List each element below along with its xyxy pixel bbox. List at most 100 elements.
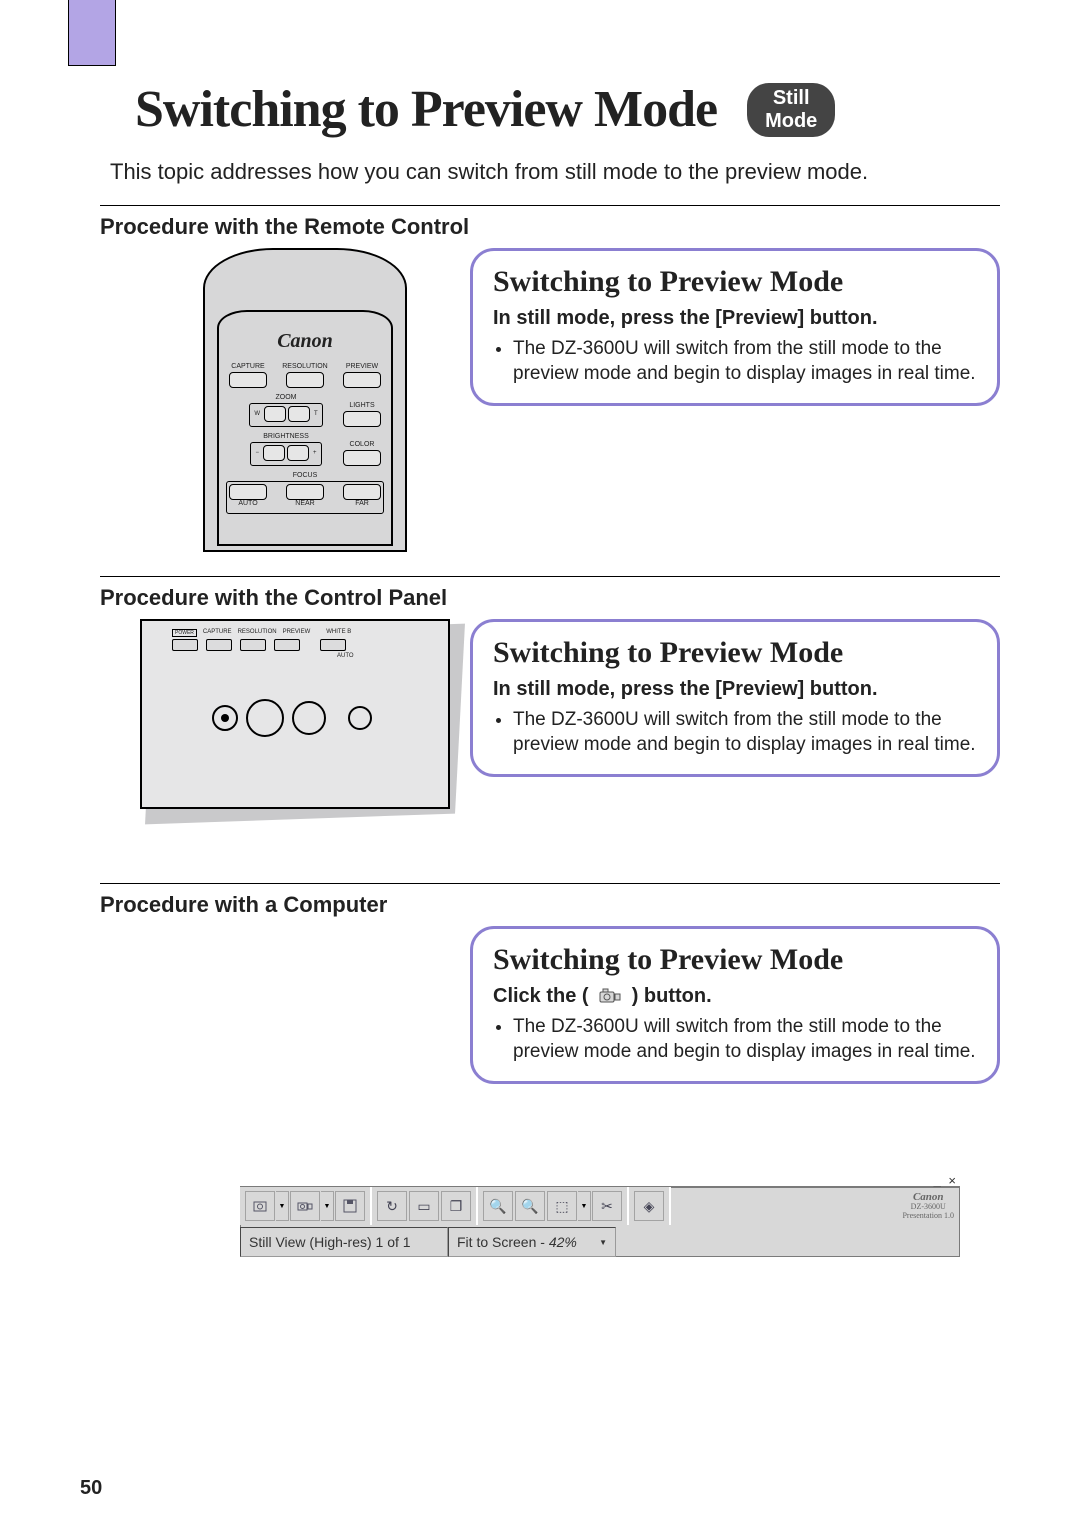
doc-icon[interactable]: ▭	[409, 1191, 439, 1221]
software-toolbar: _ × ▼ ▼ ↻ ▭ ❐ 🔍 🔍 ⬚	[240, 1186, 960, 1257]
label-zoom: ZOOM	[229, 394, 343, 401]
divider	[100, 883, 1000, 884]
zoom-label: Fit to Screen -	[457, 1234, 545, 1250]
brightness-down-button[interactable]	[263, 445, 285, 461]
callout-bullet: The DZ-3600U will switch from the still …	[513, 707, 977, 758]
capture-button-panel[interactable]	[206, 639, 232, 651]
label-w: W	[254, 411, 260, 417]
label-near: NEAR	[295, 500, 314, 507]
software-brand: Canon DZ-3600U Presentation 1.0	[902, 1191, 954, 1221]
callout-computer: Switching to Preview Mode Click the ( ) …	[470, 926, 1000, 1084]
save-icon[interactable]	[335, 1191, 365, 1221]
callout-remote: Switching to Preview Mode In still mode,…	[470, 248, 1000, 406]
copy-icon[interactable]: ❐	[441, 1191, 471, 1221]
status-zoom-select[interactable]: Fit to Screen - 42% ▼	[448, 1227, 616, 1257]
capture-icon[interactable]	[245, 1191, 275, 1221]
rotate-icon[interactable]: ↻	[377, 1191, 407, 1221]
label-auto: AUTO	[238, 500, 257, 507]
mode-pill-line2: Mode	[765, 110, 817, 133]
brightness-up-button[interactable]	[287, 445, 309, 461]
callout-bullet: The DZ-3600U will switch from the still …	[513, 336, 977, 387]
page-number: 50	[80, 1477, 102, 1500]
label-far: FAR	[355, 500, 369, 507]
whiteb-button-panel[interactable]	[320, 639, 346, 651]
mode-pill: Still Mode	[747, 83, 835, 137]
callout-sub: Click the ( ) button.	[493, 984, 977, 1008]
color-button[interactable]	[343, 450, 381, 466]
focus-far-button[interactable]	[343, 484, 381, 500]
zoom-t-button[interactable]	[288, 406, 310, 422]
section-heading-computer: Procedure with a Computer	[100, 892, 1000, 918]
label-preview: PREVIEW	[346, 363, 378, 370]
panel-knob-4[interactable]	[348, 706, 372, 730]
status-view-mode: Still View (High-res) 1 of 1	[240, 1227, 448, 1257]
divider	[100, 205, 1000, 206]
label-resolution: RESOLUTION	[282, 363, 328, 370]
label-lights: LIGHTS	[349, 402, 374, 409]
page-title: Switching to Preview Mode	[135, 80, 717, 139]
power-button-panel[interactable]	[172, 639, 198, 651]
label-capture: CAPTURE	[231, 363, 264, 370]
callout-title: Switching to Preview Mode	[493, 943, 977, 978]
intro-text: This topic addresses how you can switch …	[110, 159, 1000, 185]
capture-button[interactable]	[229, 372, 267, 388]
app-label: Presentation 1.0	[902, 1212, 954, 1221]
preview-button-remote[interactable]	[343, 372, 381, 388]
label-capture: CAPTURE	[203, 629, 232, 635]
preview-button-panel[interactable]	[274, 639, 300, 651]
control-panel-diagram: POWER CAPTURE RESOLUTION PREVIEW WHITE B…	[100, 619, 450, 809]
label-resolution: RESOLUTION	[238, 629, 277, 635]
remote-body: Canon CAPTURE RESOLUTION PREVIEW ZOOM W	[203, 248, 407, 552]
label-focus: FOCUS	[229, 472, 381, 479]
label-t: T	[314, 411, 318, 417]
callout-title: Switching to Preview Mode	[493, 265, 977, 300]
focus-group: AUTO NEAR FAR	[226, 481, 384, 514]
remote-diagram: Canon CAPTURE RESOLUTION PREVIEW ZOOM W	[100, 248, 450, 552]
label-panel-auto: AUTO	[337, 653, 448, 659]
panel-knob-2[interactable]	[246, 699, 284, 737]
preview-toolbar-icon[interactable]	[290, 1191, 320, 1221]
crop-icon[interactable]: ✂	[592, 1191, 622, 1221]
window-controls[interactable]: _ ×	[934, 1173, 958, 1188]
callout-bullet: The DZ-3600U will switch from the still …	[513, 1014, 977, 1065]
label-plus: +	[313, 450, 317, 456]
zoom-area-icon[interactable]: ⬚	[547, 1191, 577, 1221]
preview-icon	[598, 987, 622, 1005]
chevron-down-icon[interactable]: ▼	[321, 1191, 334, 1221]
label-minus: −	[255, 450, 259, 456]
resolution-button-panel[interactable]	[240, 639, 266, 651]
label-brightness: BRIGHTNESS	[229, 433, 343, 440]
lights-button[interactable]	[343, 411, 381, 427]
chevron-down-icon[interactable]: ▼	[276, 1191, 289, 1221]
label-whiteb: WHITE B	[326, 629, 351, 635]
zoom-out-icon[interactable]: 🔍	[515, 1191, 545, 1221]
focus-auto-button[interactable]	[229, 484, 267, 500]
layers-icon[interactable]: ◈	[634, 1191, 664, 1221]
callout-sub-prefix: Click the (	[493, 985, 594, 1007]
section-heading-remote: Procedure with the Remote Control	[100, 214, 1000, 240]
zoom-w-button[interactable]	[264, 406, 286, 422]
zoom-value: 42%	[549, 1234, 577, 1250]
section-heading-panel: Procedure with the Control Panel	[100, 585, 1000, 611]
focus-near-button[interactable]	[286, 484, 324, 500]
callout-title: Switching to Preview Mode	[493, 636, 977, 671]
callout-sub: In still mode, press the [Preview] butto…	[493, 306, 977, 330]
callout-panel: Switching to Preview Mode In still mode,…	[470, 619, 1000, 777]
label-color: COLOR	[350, 441, 375, 448]
brightness-group: − +	[250, 442, 321, 466]
corner-accent	[68, 0, 116, 66]
callout-sub: In still mode, press the [Preview] butto…	[493, 677, 977, 701]
panel-knob-3[interactable]	[292, 701, 326, 735]
divider	[100, 576, 1000, 577]
zoom-group: W T	[249, 403, 322, 427]
zoom-in-icon[interactable]: 🔍	[483, 1191, 513, 1221]
panel-knob-1[interactable]	[212, 705, 238, 731]
chevron-down-icon: ▼	[599, 1238, 607, 1247]
chevron-down-icon[interactable]: ▼	[578, 1191, 591, 1221]
brand-logo: Canon	[225, 330, 385, 353]
callout-sub-suffix: ) button.	[632, 985, 712, 1007]
label-power: POWER	[172, 629, 197, 637]
mode-pill-line1: Still	[765, 87, 817, 110]
resolution-button[interactable]	[286, 372, 324, 388]
label-preview: PREVIEW	[283, 629, 311, 635]
